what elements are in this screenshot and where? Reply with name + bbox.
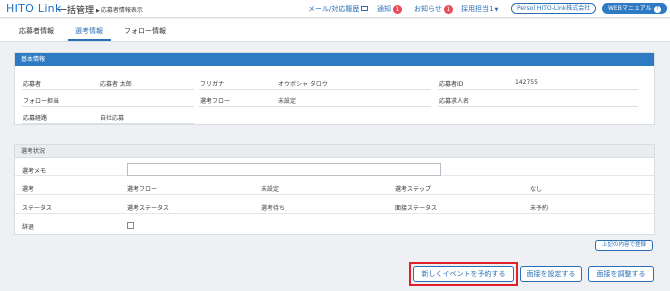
notification-link[interactable]: 通知 1 xyxy=(377,4,402,14)
row-divider xyxy=(15,194,654,195)
mail-history-link[interactable]: メール/対応履歴 xyxy=(308,4,369,14)
highlight-box xyxy=(409,262,518,286)
caret-right-icon: ▶ xyxy=(96,8,100,14)
company-button[interactable]: Persol HITO-Link株式会社 xyxy=(511,3,597,14)
job-name-label: 応募求人名 xyxy=(439,98,470,105)
selection-status-panel: 選考状況 xyxy=(14,144,655,235)
stage-flow-value: 未設定 xyxy=(261,186,280,193)
divider xyxy=(438,89,638,90)
memo-label: 選考メモ xyxy=(22,168,47,175)
divider xyxy=(199,89,431,90)
active-tab-indicator xyxy=(68,39,111,41)
interview-status-label: 面接ステータス xyxy=(395,205,438,212)
row-divider xyxy=(15,213,654,214)
user-menu[interactable]: 採用担当1▼ xyxy=(461,4,498,14)
mail-history-label: メール/対応履歴 xyxy=(308,5,360,13)
selection-status-value: 選考待ち xyxy=(261,205,286,212)
breadcrumb-current: 応募者情報表示 xyxy=(100,7,143,14)
furigana-value: オウボシャ タロウ xyxy=(278,81,328,88)
selection-status-label: 選考ステータス xyxy=(127,205,170,212)
news-label: お知らせ xyxy=(414,5,442,13)
interview-status-value: 未予約 xyxy=(530,205,549,212)
divider xyxy=(22,123,194,124)
step-label: 選考ステップ xyxy=(395,186,432,193)
furigana-label: フリガナ xyxy=(200,81,225,88)
decline-checkbox[interactable] xyxy=(127,222,134,229)
register-button[interactable]: 上記の内容で登録 xyxy=(595,240,653,251)
chevron-down-icon: ▼ xyxy=(494,7,499,13)
divider xyxy=(22,106,194,107)
tab-applicant-info[interactable]: 応募者情報 xyxy=(19,26,54,36)
memo-input[interactable] xyxy=(127,163,441,176)
divider xyxy=(199,106,431,107)
web-manual-button[interactable]: WEBマニュアル? xyxy=(602,3,667,14)
route-value: 自社応募 xyxy=(100,115,125,122)
status-label: ステータス xyxy=(22,205,53,212)
tab-follow-info[interactable]: フォロー情報 xyxy=(124,26,166,36)
divider xyxy=(22,89,194,90)
news-link[interactable]: お知らせ 1 xyxy=(414,4,453,14)
user-menu-label: 採用担当1 xyxy=(461,5,494,13)
tab-bar: 応募者情報 選考情報 フォロー情報 xyxy=(0,19,670,42)
decline-label: 辞退 xyxy=(22,224,35,231)
applicant-label: 応募者 xyxy=(23,81,42,88)
breadcrumb: ▶応募者情報表示 xyxy=(96,5,143,14)
news-badge: 1 xyxy=(443,5,453,14)
step-value: なし xyxy=(530,186,543,193)
app-logo[interactable]: HITO Link xyxy=(6,2,62,15)
applicant-value: 応募者 太郎 xyxy=(100,81,132,88)
web-manual-label: WEBマニュアル xyxy=(608,5,652,12)
stage-label: 選考 xyxy=(22,186,35,193)
basic-info-title: 基本情報 xyxy=(15,53,654,66)
route-label: 応募経路 xyxy=(23,115,48,122)
top-header: HITO Link 一括管理 ▶応募者情報表示 メール/対応履歴 通知 1 お知ら… xyxy=(0,0,670,18)
help-icon: ? xyxy=(653,6,661,13)
divider xyxy=(438,106,638,107)
follow-owner-label: フォロー担当 xyxy=(23,98,60,105)
set-interview-button[interactable]: 面接を設定する xyxy=(520,266,582,282)
tab-selection-info[interactable]: 選考情報 xyxy=(75,26,103,36)
selection-flow-value: 未設定 xyxy=(278,98,297,105)
applicant-id-value: 142755 xyxy=(515,79,538,86)
notification-label: 通知 xyxy=(377,5,391,13)
stage-flow-label: 選考フロー xyxy=(127,186,158,193)
module-title: 一括管理 xyxy=(58,6,95,16)
selection-flow-label: 選考フロー xyxy=(200,98,231,105)
selection-status-title: 選考状況 xyxy=(15,145,654,158)
mail-icon xyxy=(361,6,369,11)
notification-badge: 1 xyxy=(393,5,402,14)
adjust-interview-button[interactable]: 面接を調整する xyxy=(588,266,654,282)
applicant-id-label: 応募者ID xyxy=(439,81,464,88)
